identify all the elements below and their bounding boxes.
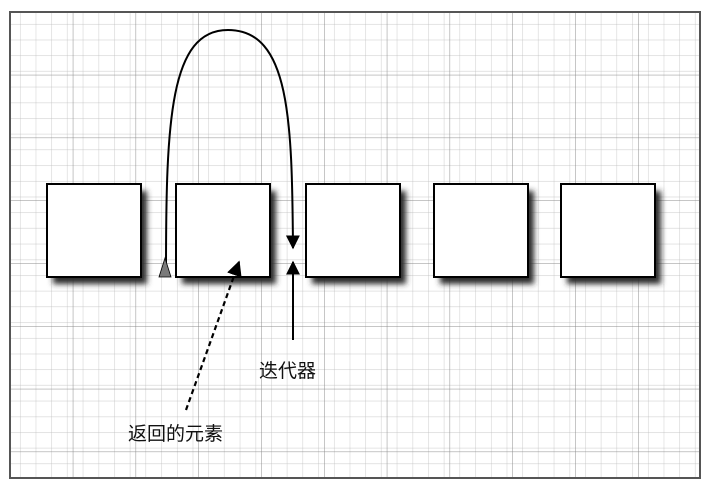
returned-element-label: 返回的元素: [128, 423, 223, 445]
iterator-diagram: 迭代器 返回的元素: [9, 11, 701, 479]
box-3: [305, 183, 401, 278]
box-2: [175, 183, 271, 278]
box-5: [560, 183, 656, 278]
iterator-label: 迭代器: [259, 360, 316, 382]
box-4: [433, 183, 529, 278]
element-boxes: [46, 183, 661, 284]
box-1: [46, 183, 142, 278]
